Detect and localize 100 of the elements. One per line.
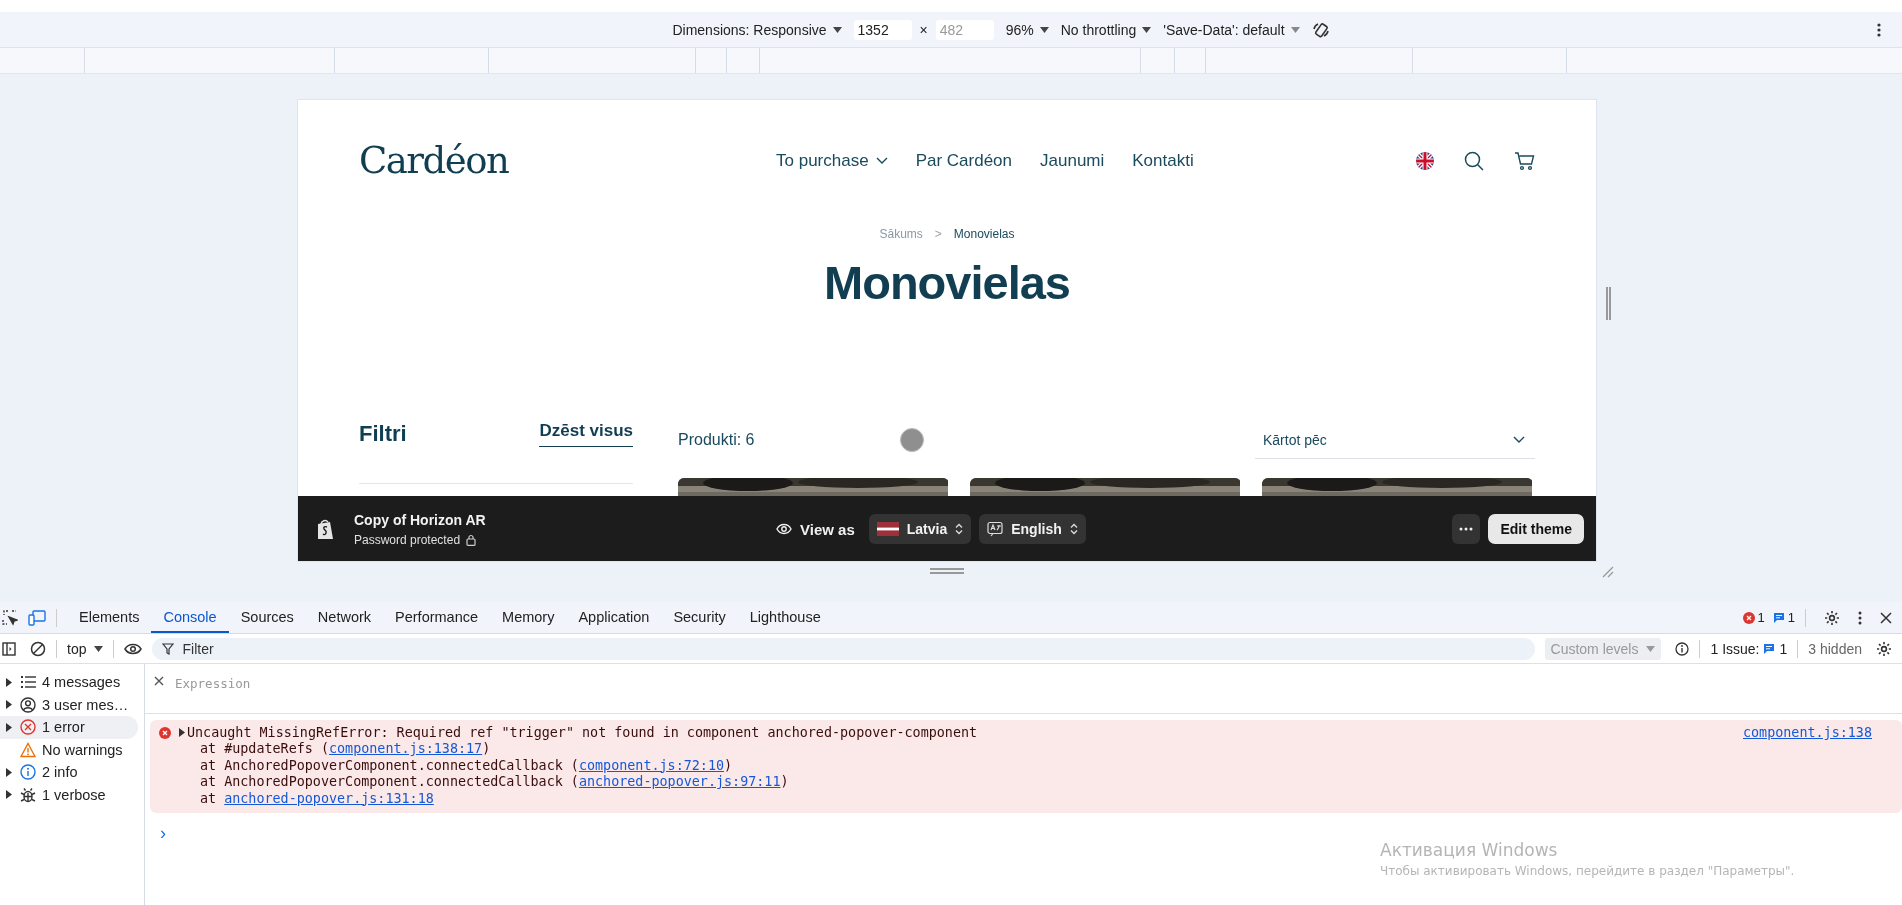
source-link[interactable]: component.js:72:10	[578, 757, 725, 773]
devtools-tab[interactable]: Memory	[490, 602, 567, 633]
store-status: Password protected	[354, 532, 461, 547]
device-icon[interactable]	[28, 609, 46, 626]
chevron-icon	[1513, 435, 1525, 444]
caret-icon	[1646, 645, 1656, 652]
devtools-tab[interactable]: Lighthouse	[737, 602, 833, 633]
filters-heading: Filtri	[359, 421, 407, 447]
sidebar-item[interactable]: 1 error	[0, 716, 138, 739]
user-icon	[20, 696, 36, 713]
settings-icon[interactable]	[1824, 609, 1840, 626]
more-icon	[1459, 527, 1474, 531]
sidebar-item[interactable]: 2 info	[0, 761, 138, 784]
error-icon	[20, 719, 36, 736]
info-icon	[20, 764, 36, 781]
devtools-tab[interactable]: Security	[661, 602, 738, 633]
stack-trace-line: at AnchoredPopoverComponent.connectedCallback (component.js:72:10)	[199, 757, 734, 774]
nav-link[interactable]: Kontakti	[1132, 150, 1194, 171]
chevron-icon[interactable]	[875, 156, 888, 165]
error-count-badge[interactable]: 1	[1742, 610, 1765, 625]
site-logo[interactable]: Cardéon	[359, 139, 669, 182]
sidebar-item[interactable]: 3 user mes…	[0, 693, 138, 716]
inspect-icon[interactable]	[2, 609, 18, 626]
stack-trace-line: at anchored-popover.js:131:18	[199, 790, 435, 807]
sidebar-icon[interactable]	[2, 641, 16, 656]
cart-icon[interactable]	[1514, 150, 1536, 171]
flag-icon[interactable]	[1416, 151, 1434, 170]
zoom-dropdown[interactable]: 96%	[1005, 21, 1049, 38]
clear-all-link[interactable]: Dzēst visus	[539, 421, 633, 447]
devtools-tab[interactable]: Sources	[228, 602, 306, 633]
message-icon	[1763, 642, 1776, 655]
source-link[interactable]: anchored-popover.js:131:18	[224, 790, 434, 806]
country-selector[interactable]: Latvia	[868, 514, 972, 544]
lock-icon	[466, 533, 477, 546]
throttling-dropdown[interactable]: No throttling	[1060, 21, 1152, 38]
caret-icon	[1142, 26, 1152, 33]
stack-trace-line: at AnchoredPopoverComponent.connectedCallback (anchored-popover.js:97:11)	[199, 774, 790, 791]
rotate-icon[interactable]	[1311, 20, 1330, 39]
source-link[interactable]: component.js:138:17	[329, 741, 483, 756]
nav-link[interactable]: Jaunumi	[1040, 150, 1105, 171]
caret-icon	[1039, 26, 1049, 33]
product-count: Produkti: 6	[678, 431, 756, 449]
error-text: Uncaught MissingRefError: Required ref "trigger" not found in component anchored-popover-component	[187, 725, 978, 740]
nav-link[interactable]: Par Cardéon	[915, 150, 1012, 171]
info-icon[interactable]	[1675, 641, 1690, 656]
save-data-dropdown[interactable]: 'Save-Data': default	[1163, 21, 1300, 38]
breadcrumb-current: Monovielas	[953, 227, 1015, 241]
eye-icon[interactable]	[124, 642, 143, 655]
caret-icon	[1290, 26, 1300, 33]
sidebar-item[interactable]: 4 messages	[0, 671, 138, 694]
width-field[interactable]: 1352	[853, 19, 912, 40]
more-button[interactable]	[1452, 514, 1481, 544]
view-as-label: View as	[800, 520, 855, 538]
resize-handle-icon[interactable]	[930, 568, 964, 574]
expand-arrow-icon[interactable]	[179, 728, 185, 737]
activation-text: Чтобы активировать Windows, перейдите в раздел "Параметры".	[1380, 864, 1795, 878]
caret-icon	[832, 26, 842, 33]
message-count-badge[interactable]: 1	[1772, 610, 1795, 625]
more-icon[interactable]	[1858, 610, 1862, 625]
issues-button[interactable]: 1 Issue: 1	[1710, 640, 1788, 657]
list-icon	[20, 674, 36, 691]
activation-title: Активация Windows	[1380, 840, 1559, 860]
edit-theme-button[interactable]: Edit theme	[1488, 514, 1584, 544]
close-icon[interactable]	[154, 676, 164, 686]
shopping-bag-icon	[316, 518, 334, 540]
language-selector[interactable]: English	[979, 514, 1086, 544]
resize-handle-icon[interactable]	[1606, 287, 1611, 320]
devtools-tab[interactable]: Application	[566, 602, 662, 633]
caret-icon	[94, 645, 104, 652]
settings-icon[interactable]	[1876, 640, 1892, 657]
message-icon	[1772, 611, 1785, 624]
nav-link[interactable]: To purchase	[776, 150, 869, 171]
height-field[interactable]: 482	[935, 19, 994, 40]
close-icon[interactable]	[1880, 611, 1892, 624]
sidebar-item[interactable]: No warnings	[0, 738, 138, 761]
updown-icon	[955, 523, 964, 535]
sidebar-item[interactable]: 1 verbose	[0, 783, 138, 806]
flag-icon	[876, 522, 899, 536]
source-link[interactable]: anchored-popover.js:97:11	[578, 774, 781, 789]
clear-icon[interactable]	[30, 640, 46, 657]
eye-icon	[776, 523, 792, 535]
store-name: Copy of Horizon AR	[354, 511, 486, 528]
sort-dropdown[interactable]: Kārtot pēc	[1255, 421, 1535, 459]
devtools-tab[interactable]: Network	[305, 602, 384, 633]
search-icon[interactable]	[1464, 150, 1484, 171]
stack-trace-line: at #updateRefs (component.js:138:17)	[199, 741, 492, 758]
console-prompt[interactable]: ›	[160, 823, 170, 844]
filter-field[interactable]: Filter	[152, 637, 1535, 660]
translate-icon	[987, 521, 1004, 537]
more-icon[interactable]	[1877, 23, 1881, 37]
hidden-count: 3 hidden	[1808, 640, 1862, 657]
times-sign: ×	[919, 21, 928, 38]
source-link[interactable]: component.js:138	[1743, 725, 1872, 740]
context-dropdown[interactable]: top	[67, 640, 104, 657]
dimensions-dropdown[interactable]: Dimensions: Responsive	[672, 21, 842, 38]
bug-icon	[20, 786, 36, 803]
devtools-tab[interactable]: Performance	[383, 602, 491, 633]
devtools-tab[interactable]: Elements	[67, 602, 152, 633]
devtools-tab[interactable]: Console	[151, 602, 229, 633]
warning-icon	[20, 741, 36, 758]
